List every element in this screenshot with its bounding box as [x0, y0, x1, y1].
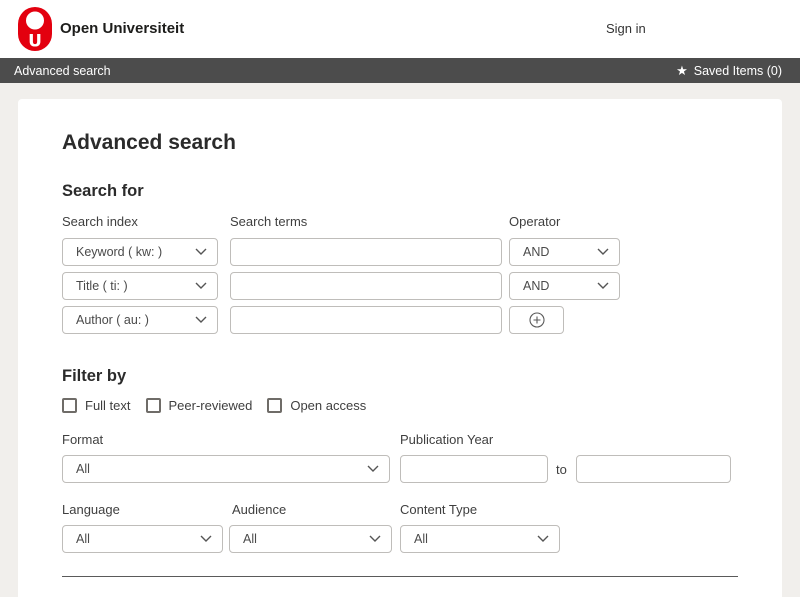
svg-text:U: U — [28, 32, 42, 52]
section-divider — [62, 576, 738, 577]
star-icon: ★ — [676, 64, 688, 77]
peer-reviewed-checkbox-item: Peer-reviewed — [146, 398, 253, 413]
publication-year-label: Publication Year — [400, 432, 731, 447]
app-header: U Open Universiteit Sign in — [0, 0, 800, 58]
advanced-search-card: Advanced search Search for Search index … — [18, 99, 782, 597]
search-index-select-2[interactable]: Title ( ti: ) — [62, 272, 218, 300]
full-text-checkbox[interactable] — [62, 398, 77, 413]
audience-select[interactable]: All — [229, 525, 392, 553]
operator-label: Operator — [509, 214, 560, 229]
language-select[interactable]: All — [62, 525, 223, 553]
brand-name: Open Universiteit — [60, 20, 184, 37]
operator-select-1[interactable]: AND — [509, 238, 620, 266]
full-text-checkbox-item: Full text — [62, 398, 131, 413]
content-type-label: Content Type — [400, 502, 560, 517]
search-terms-input-2[interactable] — [230, 272, 502, 300]
audience-group: Audience All — [229, 502, 392, 553]
operator-select-2[interactable]: AND — [509, 272, 620, 300]
format-label: Format — [62, 432, 390, 447]
search-for-heading: Search for — [62, 182, 738, 201]
publication-year-to-input[interactable] — [576, 455, 731, 483]
add-search-row-button[interactable] — [509, 306, 564, 334]
peer-reviewed-label: Peer-reviewed — [169, 398, 253, 413]
search-row-3: Author ( au: ) — [62, 306, 738, 334]
open-universiteit-logo-icon: U — [18, 7, 52, 56]
format-year-row: Format All Publication Year to — [62, 432, 738, 480]
language-audience-content-row: Language All Audience All Content Type A… — [62, 502, 738, 550]
search-row-1: Keyword ( kw: ) AND — [62, 238, 738, 266]
search-index-select-3[interactable]: Author ( au: ) — [62, 306, 218, 334]
filter-by-heading: Filter by — [62, 367, 738, 386]
audience-label: Audience — [232, 502, 392, 517]
open-access-checkbox-item: Open access — [267, 398, 366, 413]
search-row-2: Title ( ti: ) AND — [62, 272, 738, 300]
search-terms-label: Search terms — [230, 214, 509, 229]
content-type-select[interactable]: All — [400, 525, 560, 553]
open-access-checkbox[interactable] — [267, 398, 282, 413]
search-terms-input-1[interactable] — [230, 238, 502, 266]
content-type-group: Content Type All — [400, 502, 560, 553]
saved-items-label: Saved Items (0) — [694, 64, 782, 78]
format-select[interactable]: All — [62, 455, 390, 483]
publication-year-group: Publication Year to — [400, 432, 731, 483]
search-terms-input-3[interactable] — [230, 306, 502, 334]
page-title: Advanced search — [62, 131, 738, 155]
sign-in-link[interactable]: Sign in — [606, 21, 646, 36]
saved-items-button[interactable]: ★ Saved Items (0) — [676, 64, 782, 78]
open-access-label: Open access — [290, 398, 366, 413]
full-text-label: Full text — [85, 398, 131, 413]
language-group: Language All — [62, 502, 223, 553]
publication-year-from-input[interactable] — [400, 455, 548, 483]
filter-checkboxes: Full text Peer-reviewed Open access — [62, 398, 738, 413]
search-index-label: Search index — [62, 214, 230, 229]
peer-reviewed-checkbox[interactable] — [146, 398, 161, 413]
language-label: Language — [62, 502, 223, 517]
breadcrumb-title: Advanced search — [14, 64, 111, 78]
breadcrumb-bar: Advanced search ★ Saved Items (0) — [0, 58, 800, 83]
search-column-labels: Search index Search terms Operator — [62, 214, 738, 229]
search-index-select-1[interactable]: Keyword ( kw: ) — [62, 238, 218, 266]
format-group: Format All — [62, 432, 390, 483]
publication-year-to-word: to — [556, 462, 567, 477]
plus-circle-icon — [529, 312, 545, 328]
advanced-search-page: U Open Universiteit Sign in Advanced sea… — [0, 0, 800, 597]
